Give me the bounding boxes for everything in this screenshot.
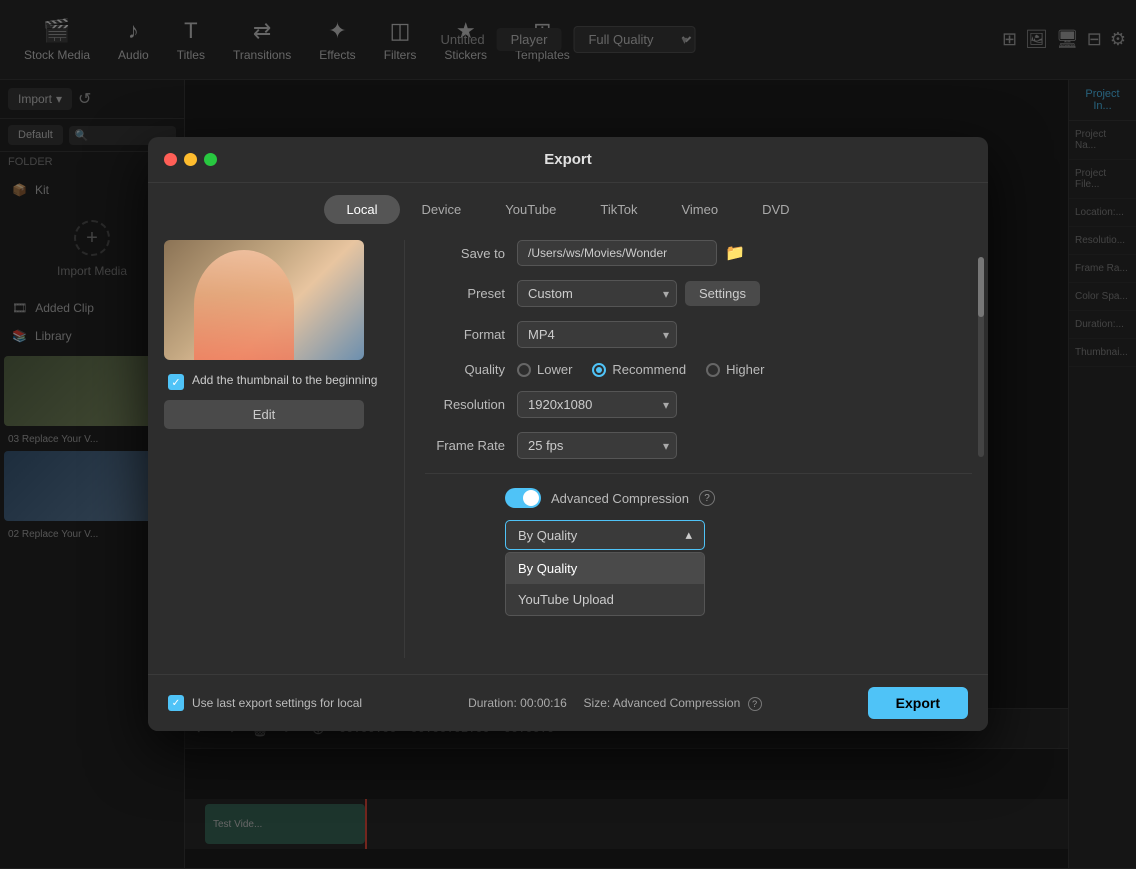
footer-duration: Duration: 00:00:16 Size: Advanced Compre… [468, 696, 762, 711]
quality-lower[interactable]: Lower [517, 362, 572, 377]
quality-recommend[interactable]: Recommend [592, 362, 686, 377]
quality-row: Quality Lower Recommend Higher [425, 362, 972, 377]
format-value: MP4 [517, 321, 972, 348]
resolution-row: Resolution 1920x1080 [425, 391, 972, 418]
quality-higher-radio [706, 363, 720, 377]
export-button[interactable]: Export [868, 687, 968, 719]
compression-dropdown-button[interactable]: By Quality ▴ [505, 520, 705, 550]
modal-tabs: Local Device YouTube TikTok Vimeo DVD [148, 183, 988, 224]
advanced-compression-toggle[interactable] [505, 488, 541, 508]
export-settings: Save to 📁 Preset Custom [425, 240, 972, 658]
quality-higher[interactable]: Higher [706, 362, 764, 377]
format-select-wrapper: MP4 [517, 321, 677, 348]
thumbnail-checkbox[interactable] [168, 374, 184, 390]
maximize-button[interactable] [204, 153, 217, 166]
last-settings-label: Use last export settings for local [192, 696, 362, 710]
save-path-input[interactable] [517, 240, 717, 266]
last-settings-checkbox[interactable] [168, 695, 184, 711]
modal-overlay: Export Local Device YouTube TikTok Vimeo… [0, 0, 1136, 868]
compression-chevron-icon: ▴ [685, 527, 692, 543]
compression-option-by-quality[interactable]: By Quality [506, 553, 704, 584]
thumbnail-checkbox-row: Add the thumbnail to the beginning [164, 372, 384, 390]
preset-row: Preset Custom Settings [425, 280, 972, 307]
preset-value: Custom Settings [517, 280, 972, 307]
export-modal: Export Local Device YouTube TikTok Vimeo… [148, 137, 988, 731]
footer-left: Use last export settings for local [168, 695, 362, 711]
window-controls [164, 153, 217, 166]
format-label: Format [425, 327, 505, 342]
frame-rate-select[interactable]: 25 fps [517, 432, 677, 459]
preset-select-wrapper: Custom [517, 280, 677, 307]
frame-rate-select-wrapper: 25 fps [517, 432, 677, 459]
frame-rate-row: Frame Rate 25 fps [425, 432, 972, 459]
vertical-divider [404, 240, 405, 658]
export-preview: Add the thumbnail to the beginning Edit [164, 240, 384, 658]
modal-header: Export [148, 137, 988, 183]
tab-tiktok[interactable]: TikTok [578, 195, 659, 224]
resolution-value: 1920x1080 [517, 391, 972, 418]
save-to-label: Save to [425, 246, 505, 261]
quality-label: Quality [425, 362, 505, 377]
quality-options: Lower Recommend Higher [517, 362, 972, 377]
save-to-value: 📁 [517, 240, 972, 266]
advanced-compression-help[interactable]: ? [699, 490, 715, 506]
frame-rate-label: Frame Rate [425, 438, 505, 453]
tab-dvd[interactable]: DVD [740, 195, 811, 224]
settings-divider [425, 473, 972, 474]
advanced-compression-label: Advanced Compression [551, 491, 689, 506]
preview-person [194, 250, 294, 360]
tab-device[interactable]: Device [400, 195, 484, 224]
tab-local[interactable]: Local [324, 195, 399, 224]
thumbnail-checkbox-label: Add the thumbnail to the beginning [192, 372, 377, 389]
quality-recommend-radio [592, 363, 606, 377]
advanced-compression-row: Advanced Compression ? [425, 488, 972, 508]
edit-button[interactable]: Edit [164, 400, 364, 429]
toggle-knob [523, 490, 539, 506]
size-help-icon[interactable]: ? [748, 697, 762, 711]
modal-footer: Use last export settings for local Durat… [148, 674, 988, 731]
format-select[interactable]: MP4 [517, 321, 677, 348]
resolution-select-wrapper: 1920x1080 [517, 391, 677, 418]
folder-browse-icon[interactable]: 📁 [725, 243, 745, 263]
scroll-thumb [978, 257, 984, 317]
format-row: Format MP4 [425, 321, 972, 348]
quality-lower-radio [517, 363, 531, 377]
preset-select[interactable]: Custom [517, 280, 677, 307]
tab-youtube[interactable]: YouTube [483, 195, 578, 224]
modal-title: Export [544, 151, 592, 168]
frame-rate-value: 25 fps [517, 432, 972, 459]
resolution-select[interactable]: 1920x1080 [517, 391, 677, 418]
tab-vimeo[interactable]: Vimeo [659, 195, 740, 224]
modal-scrollbar[interactable] [978, 257, 984, 457]
modal-body: Add the thumbnail to the beginning Edit … [148, 224, 988, 674]
compression-dropdown-wrapper: By Quality ▴ By Quality YouTube Upload [425, 520, 972, 550]
resolution-label: Resolution [425, 397, 505, 412]
close-button[interactable] [164, 153, 177, 166]
compression-option-youtube[interactable]: YouTube Upload [506, 584, 704, 615]
settings-button[interactable]: Settings [685, 281, 760, 306]
compression-dropdown-menu: By Quality YouTube Upload [505, 552, 705, 616]
minimize-button[interactable] [184, 153, 197, 166]
save-to-row: Save to 📁 [425, 240, 972, 266]
preset-label: Preset [425, 286, 505, 301]
preview-thumbnail [164, 240, 364, 360]
